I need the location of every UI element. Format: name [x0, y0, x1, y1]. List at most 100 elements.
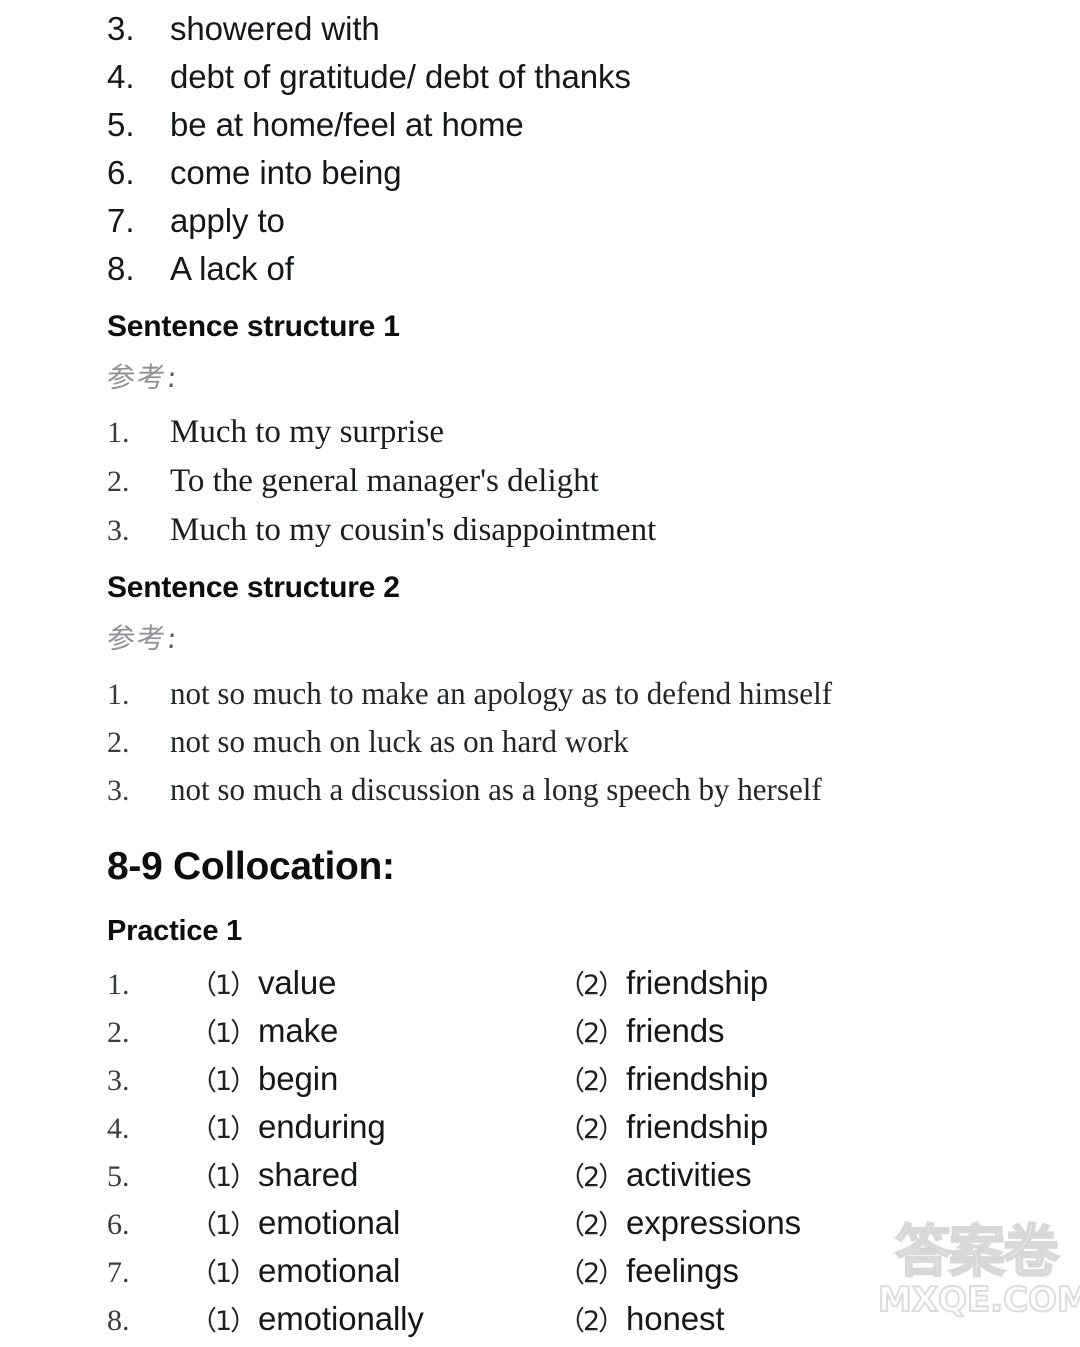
list-item-number: 1.: [107, 678, 130, 711]
row-number: 3.: [107, 1064, 130, 1097]
answer-word-2: expressions: [626, 1204, 801, 1241]
answer-cell-1: （1） enduring: [190, 1107, 558, 1146]
answer-word-2: feelings: [626, 1252, 739, 1289]
row-number: 1.: [107, 968, 130, 1001]
list-item-number: 3.: [107, 514, 130, 547]
answer-cell-2: （2） friendship: [558, 1059, 768, 1098]
reference-label-2: 参考:: [0, 622, 1080, 655]
list-item-text: debt of gratitude/ debt of thanks: [170, 58, 631, 95]
list-item-text: To the general manager's delight: [170, 463, 599, 499]
blank-number-1: （1）: [190, 1210, 257, 1241]
idiom-answer-list: 3. showered with 4. debt of gratitude/ d…: [0, 10, 1080, 298]
answer-word-1: shared: [258, 1156, 359, 1193]
answer-word-1: emotional: [258, 1252, 401, 1289]
table-row: 4. （1） enduring （2） friendship: [0, 1107, 1080, 1155]
answer-cell-1: （1） shared: [190, 1155, 558, 1194]
heading-practice-1: Practice 1: [107, 915, 243, 947]
table-row: 2. （1） make （2） friends: [0, 1011, 1080, 1059]
practice-1-answer-table: 1. （1） value （2） friendship 2. （1） make …: [0, 963, 1080, 1347]
list-item-number: 2.: [107, 726, 130, 759]
blank-number-1: （1）: [190, 1066, 257, 1097]
row-number: 2.: [107, 1016, 130, 1049]
answer-word-2: friendship: [626, 1108, 769, 1145]
answer-cell-1: （1） emotional: [190, 1203, 558, 1242]
blank-number-2: （2）: [558, 1114, 625, 1145]
blank-number-2: （2）: [558, 1018, 625, 1049]
blank-number-1: （1）: [190, 1306, 257, 1337]
table-row: 5. （1） shared （2） activities: [0, 1155, 1080, 1203]
row-number: 7.: [107, 1256, 130, 1289]
table-row: 1. （1） value （2） friendship: [0, 963, 1080, 1011]
answer-word-2: friends: [626, 1012, 725, 1049]
heading-collocation: 8-9 Collocation:: [107, 845, 395, 888]
list-item-number: 4.: [107, 58, 135, 95]
answer-cell-1: （1） emotional: [190, 1251, 558, 1290]
list-item-number: 3.: [107, 10, 135, 47]
table-row: 3. （1） begin （2） friendship: [0, 1059, 1080, 1107]
list-item-text: showered with: [170, 10, 380, 47]
list-item: 2. not so much on luck as on hard work: [0, 723, 1080, 771]
row-number: 8.: [107, 1304, 130, 1337]
answer-word-2: friendship: [626, 1060, 769, 1097]
list-item-number: 1.: [107, 416, 130, 449]
list-item-number: 8.: [107, 250, 135, 287]
document-page: 3. showered with 4. debt of gratitude/ d…: [0, 0, 1080, 1338]
reference-label-cjk: 参考: [105, 622, 169, 655]
answer-word-1: begin: [258, 1060, 339, 1097]
sentence-structure-1-list: 1. Much to my surprise 2. To the general…: [0, 414, 1080, 561]
sentence-structure-2-list: 1. not so much to make an apology as to …: [0, 675, 1080, 819]
blank-number-2: （2）: [558, 1258, 625, 1289]
blank-number-1: （1）: [190, 1162, 257, 1193]
blank-number-1: （1）: [190, 1018, 257, 1049]
list-item: 4. debt of gratitude/ debt of thanks: [0, 58, 1080, 106]
answer-cell-2: （2） friendship: [558, 1107, 768, 1146]
blank-number-1: （1）: [190, 970, 257, 1001]
blank-number-1: （1）: [190, 1114, 257, 1145]
list-item-text: apply to: [170, 202, 285, 239]
answer-word-1: emotional: [258, 1204, 401, 1241]
list-item: 2. To the general manager's delight: [0, 463, 1080, 512]
blank-number-2: （2）: [558, 970, 625, 1001]
list-item-number: 2.: [107, 465, 130, 498]
list-item: 3. showered with: [0, 10, 1080, 58]
answer-cell-2: （2） expressions: [558, 1203, 801, 1242]
list-item-number: 6.: [107, 154, 135, 191]
table-row: 7. （1） emotional （2） feelings: [0, 1251, 1080, 1299]
list-item-text: come into being: [170, 154, 402, 191]
reference-label-colon: :: [165, 361, 178, 394]
list-item-text: Much to my cousin's disappointment: [170, 512, 657, 548]
blank-number-2: （2）: [558, 1210, 625, 1241]
answer-cell-2: （2） feelings: [558, 1251, 739, 1290]
answer-word-2: activities: [626, 1156, 752, 1193]
list-item: 1. Much to my surprise: [0, 414, 1080, 463]
list-item-text: Much to my surprise: [170, 414, 445, 450]
list-item: 1. not so much to make an apology as to …: [0, 675, 1080, 723]
answer-cell-1: （1） emotionally: [190, 1299, 558, 1338]
blank-number-1: （1）: [190, 1258, 257, 1289]
answer-word-2: friendship: [626, 964, 769, 1001]
list-item-text: not so much to make an apology as to def…: [170, 675, 833, 711]
row-number: 5.: [107, 1160, 130, 1193]
answer-cell-1: （1） value: [190, 963, 558, 1002]
answer-cell-2: （2） friends: [558, 1011, 724, 1050]
list-item-number: 7.: [107, 202, 135, 239]
list-item-text: be at home/feel at home: [170, 106, 524, 143]
list-item-text: not so much on luck as on hard work: [170, 723, 629, 759]
answer-word-1: enduring: [258, 1108, 386, 1145]
reference-label-colon: :: [165, 622, 178, 655]
list-item: 3. Much to my cousin's disappointment: [0, 512, 1080, 561]
list-item-number: 3.: [107, 774, 130, 807]
answer-word-1: emotionally: [258, 1300, 424, 1337]
list-item: 6. come into being: [0, 154, 1080, 202]
answer-cell-1: （1） make: [190, 1011, 558, 1050]
list-item-text: A lack of: [170, 250, 294, 287]
answer-word-1: value: [258, 964, 337, 1001]
list-item: 5. be at home/feel at home: [0, 106, 1080, 154]
heading-sentence-structure-2: Sentence structure 2: [107, 571, 400, 604]
table-row: 6. （1） emotional （2） expressions: [0, 1203, 1080, 1251]
list-item: 7. apply to: [0, 202, 1080, 250]
row-number: 4.: [107, 1112, 130, 1145]
answer-cell-2: （2） friendship: [558, 963, 768, 1002]
answer-word-2: honest: [626, 1300, 725, 1337]
row-number: 6.: [107, 1208, 130, 1241]
